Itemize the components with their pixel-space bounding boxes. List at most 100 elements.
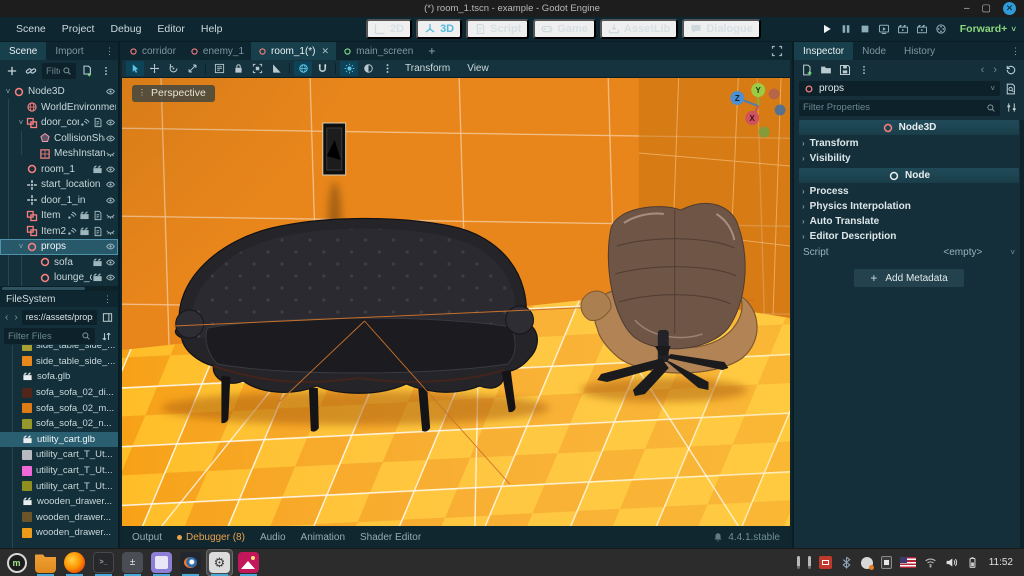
inspector-menu-button[interactable]: ⋮ [1007,42,1024,60]
dock-tab-import[interactable]: Import [46,42,92,60]
collapse-arrow-icon[interactable]: ˅ [3,87,13,96]
visibility-toggle-icon[interactable] [105,117,116,128]
object-history-button[interactable] [1003,62,1019,78]
taskbar-app-blender[interactable] [178,550,203,575]
tray-screenshot[interactable] [819,556,832,569]
scene-tab-room_1-[interactable]: room_1(*)✕ [251,42,336,60]
collapse-arrow-icon[interactable]: ˅ [16,118,26,127]
inspector-scrollbar[interactable] [1020,120,1024,548]
visibility-toggle-icon[interactable] [105,133,116,144]
file-sofa_sofa_02_n-[interactable]: sofa_sofa_02_n... [0,416,118,432]
tree-node-meshinstance3[interactable]: MeshInstance3 [0,146,118,162]
taskbar-app-firefox[interactable] [62,550,87,575]
save-resource-button[interactable] [837,62,853,78]
tree-node-start_location[interactable]: start_location [0,177,118,193]
tree-node-collisionshape3[interactable]: CollisionShape3 [0,131,118,147]
resource-menu-button[interactable] [856,62,872,78]
scene-tree-hscrollbar[interactable] [0,286,118,291]
new-scene-tab-button[interactable]: + [420,42,443,60]
file-wooden_drawer-[interactable]: wooden_drawer... [0,510,118,526]
open-docs-button[interactable] [1003,81,1019,97]
taskbar-clock[interactable]: 11:52 [989,557,1013,568]
mode-assetlib[interactable]: AssetLib [600,19,678,39]
fs-back-button[interactable]: ‹ [3,312,10,323]
script-icon[interactable] [92,210,103,221]
tray-pen-2[interactable] [808,556,811,569]
lock-selection-button[interactable] [229,61,247,76]
rotate-tool-button[interactable] [164,61,182,76]
gizmo-z-label[interactable]: Z [735,94,740,103]
renderer-selector[interactable]: Forward+˅ [960,23,1016,35]
play-custom-scene-button[interactable] [916,23,928,35]
move-tool-button[interactable] [145,61,163,76]
tray-clipboard[interactable] [881,556,892,569]
new-resource-button[interactable] [799,62,815,78]
bottom-tab-animation[interactable]: Animation [301,532,345,543]
collapse-arrow-icon[interactable]: ˅ [16,242,26,251]
file-sofa-glb[interactable]: sofa.glb [0,369,118,385]
extra-gizmos-menu-button[interactable] [378,61,396,76]
file-side_table_side_-[interactable]: side_table_side_... [0,345,118,354]
preview-sun-toggle-button[interactable] [340,61,358,76]
preview-environment-toggle-button[interactable] [359,61,377,76]
file-side_table_side_-[interactable]: side_table_side_... [0,354,118,370]
expand-viewport-button[interactable] [764,42,790,60]
mode-3d[interactable]: 3D [416,19,462,39]
mode-game[interactable]: Game [533,19,596,39]
group-selection-button[interactable] [248,61,266,76]
fs-forward-button[interactable]: › [12,312,19,323]
visibility-toggle-icon[interactable] [105,195,116,206]
bottom-tab-output[interactable]: Output [132,532,162,543]
clapper-icon[interactable] [92,164,103,175]
bottom-tab-shader-editor[interactable]: Shader Editor [360,532,421,543]
script-icon[interactable] [92,226,103,237]
visibility-toggle-icon[interactable] [105,179,116,190]
property-group-physics-interpolation[interactable]: ›Physics Interpolation [794,199,1024,213]
tree-node-door_1_in[interactable]: door_1_in [0,193,118,209]
property-group-auto-translate[interactable]: ›Auto Translate [794,214,1024,228]
tree-node-item[interactable]: Item [0,208,118,224]
viewport-3d[interactable]: Y Z X ⋮ Perspective [122,78,790,526]
minimize-button[interactable]: – [964,4,970,14]
pause-button[interactable] [840,23,852,35]
signal-icon[interactable] [66,210,77,221]
fs-split-view-button[interactable] [99,309,115,325]
taskbar-app-file-manager[interactable] [33,550,58,575]
visibility-toggle-icon[interactable] [105,226,116,237]
visibility-toggle-icon[interactable] [105,148,116,159]
use-local-space-toggle-button[interactable] [294,61,312,76]
clapper-icon[interactable] [92,257,103,268]
tray-keyboard-layout[interactable] [900,557,916,568]
scene-tab-corridor[interactable]: corridor [122,42,183,60]
transform-menu[interactable]: Transform [397,63,458,74]
tree-node-item2[interactable]: Item2 [0,224,118,240]
script-property-row[interactable]: Script <empty> ˅ [794,243,1024,262]
clapper-icon[interactable] [79,226,90,237]
history-forward-button[interactable]: › [990,64,1000,76]
visibility-toggle-icon[interactable] [105,164,116,175]
mode-2d[interactable]: 2D [366,19,412,39]
tree-node-props[interactable]: ˅props [0,239,118,255]
history-back-button[interactable]: ‹ [978,64,988,76]
bottom-tab-debugger-8-[interactable]: Debugger (8) [177,532,245,543]
scene-tab-main_screen[interactable]: main_screen [336,42,420,60]
add-metadata-button[interactable]: + Add Metadata [854,269,963,287]
visibility-toggle-icon[interactable] [105,272,116,283]
scene-tab-enemy_1[interactable]: enemy_1 [183,42,251,60]
filesystem-menu-button[interactable]: ⋮ [103,294,112,305]
inspector-tab-inspector[interactable]: Inspector [794,42,853,60]
menu-editor[interactable]: Editor [149,20,192,38]
file-utility_cart_T_Ut-[interactable]: utility_cart_T_Ut... [0,447,118,463]
fs-filter-input[interactable] [8,331,79,342]
file-utility_cart-glb[interactable]: utility_cart.glb [0,432,118,448]
tray-battery[interactable] [966,556,979,569]
add-node-button[interactable] [4,63,20,79]
property-group-editor-description[interactable]: ›Editor Description [794,229,1024,243]
close-button[interactable]: ✕ [1003,2,1016,15]
menu-debug[interactable]: Debug [102,20,149,38]
clapper-icon[interactable] [79,210,90,221]
file-sofa_sofa_02_m-[interactable]: sofa_sofa_02_m... [0,400,118,416]
tree-node-lounge_chai[interactable]: lounge_chai [0,270,118,286]
scene-filter-input[interactable] [46,66,60,77]
fs-path-input[interactable] [26,312,93,322]
